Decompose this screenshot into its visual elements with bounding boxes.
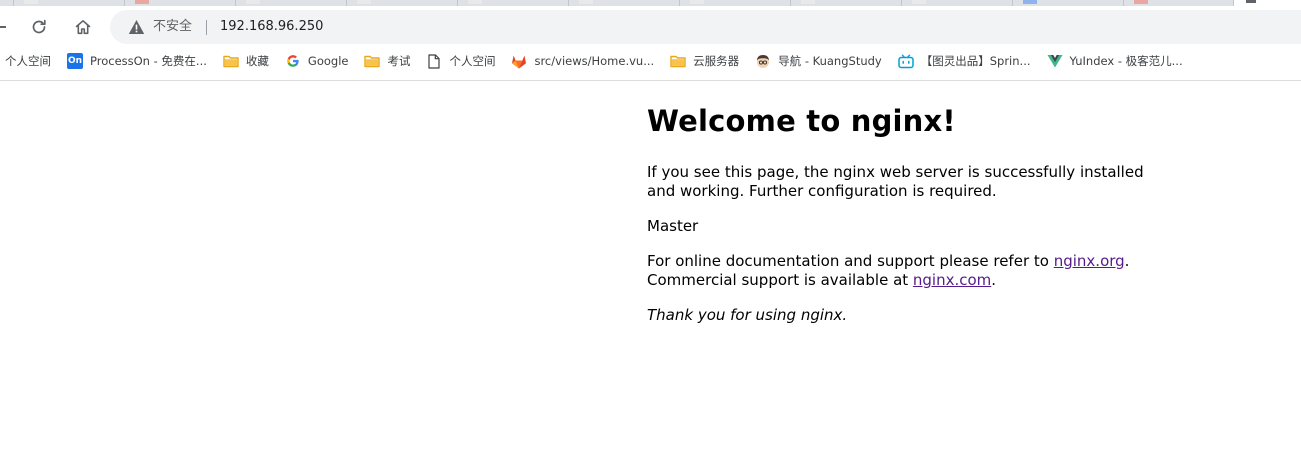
tab-favicon-icon [1246,0,1256,3]
bookmark-google[interactable]: Google [285,50,365,72]
home-icon [75,20,91,35]
tab-favicon-icon [24,0,38,4]
browser-tab[interactable] [1124,0,1234,6]
support-paragraph: For online documentation and support ple… [647,252,1167,290]
browser-tab[interactable] [902,0,1013,6]
nginx-org-link[interactable]: nginx.org [1054,252,1125,270]
bookmark-label: 【图灵出品】Sprin... [920,54,1031,68]
folder-icon [364,53,381,69]
tab-strip [0,0,1301,6]
bookmark-folder-favorites[interactable]: 收藏 [223,50,285,72]
folder-icon [223,53,239,69]
bookmark-label: YuIndex - 极客范儿... [1069,54,1183,68]
intro-paragraph: If you see this page, the nginx web serv… [647,163,1144,200]
browser-tab[interactable] [14,0,125,6]
page-content: Welcome to nginx! If you see this page, … [0,81,1301,452]
avatar-icon [755,53,771,69]
active-tab[interactable] [1234,0,1301,6]
bilibili-icon [897,53,914,69]
gitlab-icon [511,53,527,69]
folder-icon [670,53,686,69]
browser-tab[interactable] [569,0,680,6]
browser-tab[interactable] [0,0,14,6]
reload-button[interactable] [24,12,54,42]
tab-favicon-icon [246,0,260,4]
warning-icon[interactable] [128,19,145,35]
nginx-com-link[interactable]: nginx.com [913,271,991,289]
processon-badge: On [67,53,83,69]
bookmark-folder-exam[interactable]: 考试 [364,50,426,72]
bookmark-label: 个人空间 [449,54,496,68]
browser-chrome: 不安全 192.168.96.250 个人空间 On ProcessOn - 免… [0,0,1301,81]
reload-icon [32,19,46,34]
commercial-suffix-text: . [991,271,997,289]
tab-favicon-icon [357,0,371,4]
bookmark-personal-space[interactable]: 个人空间 [0,50,67,72]
url-text[interactable]: 192.168.96.250 [220,18,323,36]
google-icon [285,53,301,69]
security-status-label[interactable]: 不安全 [153,18,192,36]
bookmark-kuangstudy[interactable]: 导航 - KuangStudy [755,50,898,72]
browser-tab[interactable] [347,0,458,6]
omnibox-divider [206,20,207,35]
browser-tab[interactable] [125,0,236,6]
processon-icon: On [67,53,83,69]
browser-tab[interactable] [791,0,902,6]
browser-tab[interactable] [458,0,569,6]
tab-favicon-icon [468,0,482,4]
bookmark-label: ProcessOn - 免费在... [90,54,207,68]
bookmark-label: Google [307,54,349,68]
nginx-welcome-body: Welcome to nginx! If you see this page, … [647,99,1167,341]
docs-suffix-text: . [1124,252,1130,270]
tab-favicon-icon [135,0,149,4]
bookmark-gitlab[interactable]: src/views/Home.vu... [511,50,670,72]
toolbar: 不安全 192.168.96.250 [0,8,1301,46]
bookmark-label: src/views/Home.vu... [534,54,655,68]
tab-favicon-icon [912,0,926,4]
commercial-prefix-text: Commercial support is available at [647,271,913,289]
browser-tab[interactable] [236,0,347,6]
browser-tab[interactable] [1013,0,1124,6]
tab-favicon-icon [1134,0,1148,4]
tab-favicon-icon [690,0,704,4]
bookmark-yuindex[interactable]: YuIndex - 极客范儿... [1047,50,1199,72]
tab-favicon-icon [579,0,593,4]
bookmark-label: 考试 [387,54,411,68]
bookmark-label: 个人空间 [5,54,51,68]
bookmark-bilibili[interactable]: 【图灵出品】Sprin... [897,50,1047,72]
thanks-text: Thank you for using nginx. [647,306,848,324]
vue-icon [1047,53,1063,69]
server-name-text: Master [647,217,699,235]
bookmark-folder-cloud-server[interactable]: 云服务器 [670,50,755,72]
bookmark-processon[interactable]: On ProcessOn - 免费在... [67,50,223,72]
address-bar[interactable]: 不安全 192.168.96.250 [110,10,1301,44]
bookmark-personal-space-2[interactable]: 个人空间 [426,50,511,72]
page-title: Welcome to nginx! [647,104,956,138]
bookmark-label: 云服务器 [693,54,740,68]
docs-prefix-text: For online documentation and support ple… [647,252,1054,270]
page-icon [426,53,442,69]
thanks-paragraph: Thank you for using nginx. [647,306,1167,325]
back-arrow-icon[interactable] [0,26,6,28]
tab-favicon-icon [1023,0,1037,4]
bookmark-label: 收藏 [245,54,269,68]
browser-tab[interactable] [680,0,791,6]
bookmark-label: 导航 - KuangStudy [778,54,882,68]
home-button[interactable] [68,12,98,42]
tab-favicon-icon [801,0,815,4]
bookmarks-bar: 个人空间 On ProcessOn - 免费在... 收藏 Google 考试 … [0,49,1301,73]
